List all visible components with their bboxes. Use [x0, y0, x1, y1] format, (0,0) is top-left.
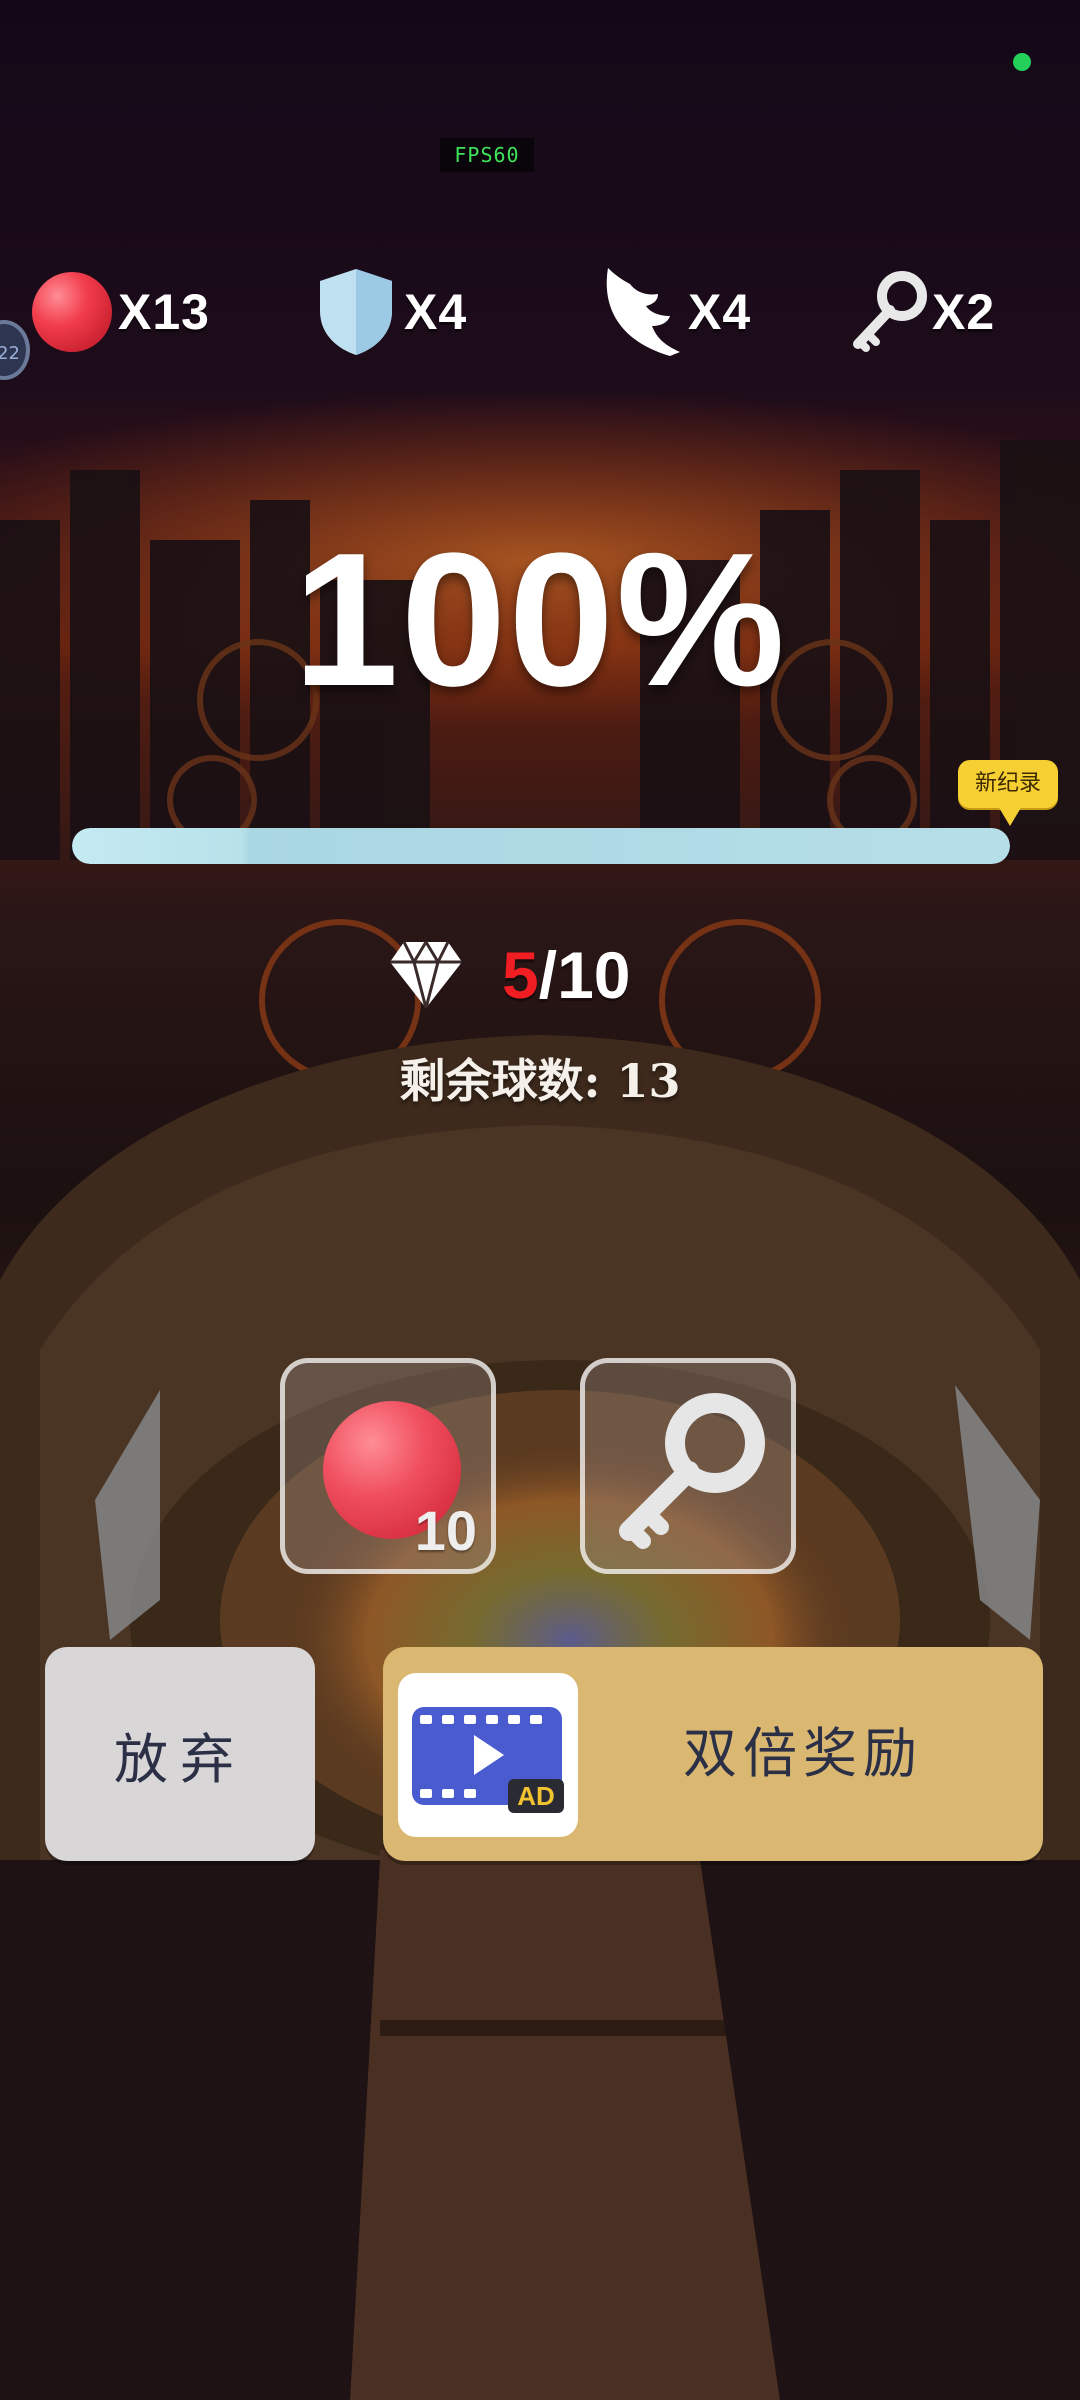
- gem-count: 5/10: [502, 937, 630, 1013]
- progress-fill: [72, 828, 1010, 864]
- inventory-key: X2: [850, 262, 995, 362]
- give-up-label: 放弃: [114, 1727, 246, 1791]
- remaining-balls-label: 剩余球数: 13: [399, 1054, 681, 1108]
- red-ball-icon: [32, 272, 112, 352]
- reward-tile-balls: 10: [280, 1358, 496, 1574]
- inventory-wing: X4: [600, 262, 751, 362]
- progress-bar: [72, 828, 1010, 864]
- status-indicator-dot: [1013, 53, 1031, 71]
- key-icon: [853, 271, 927, 352]
- ball-count: X13: [118, 284, 210, 340]
- gem-counter: 5/10: [388, 930, 630, 1020]
- new-record-badge: 新纪录: [958, 760, 1058, 826]
- inventory-shield: X4: [312, 262, 467, 362]
- completion-percent: 100%: [293, 514, 787, 726]
- ad-label: AD: [517, 1781, 555, 1811]
- key-icon: [619, 1393, 765, 1549]
- shield-count: X4: [404, 284, 468, 340]
- double-reward-label: 双倍奖励: [683, 1722, 923, 1785]
- gems-total: 10: [557, 938, 631, 1012]
- video-ad-icon: AD: [398, 1673, 578, 1837]
- gems-collected: 5: [502, 938, 539, 1012]
- wing-count: X4: [688, 284, 752, 340]
- gems-separator: /: [538, 938, 558, 1012]
- key-count: X2: [932, 284, 996, 340]
- give-up-button[interactable]: 放弃: [45, 1647, 315, 1861]
- shield-icon: [320, 269, 392, 355]
- reward-tile-key: [580, 1358, 796, 1574]
- wing-icon: [606, 268, 680, 356]
- reward-ball-amount: 10: [414, 1499, 477, 1562]
- game-screen: FPS60 22 X13 X4 X4 X2 100% 新纪录 5/10 剩余球数…: [0, 0, 1080, 2400]
- inventory-ball: X13: [32, 262, 210, 362]
- diamond-icon: [390, 941, 462, 1009]
- fps-counter: FPS60: [440, 138, 534, 172]
- double-reward-button[interactable]: AD 双倍奖励: [383, 1647, 1043, 1861]
